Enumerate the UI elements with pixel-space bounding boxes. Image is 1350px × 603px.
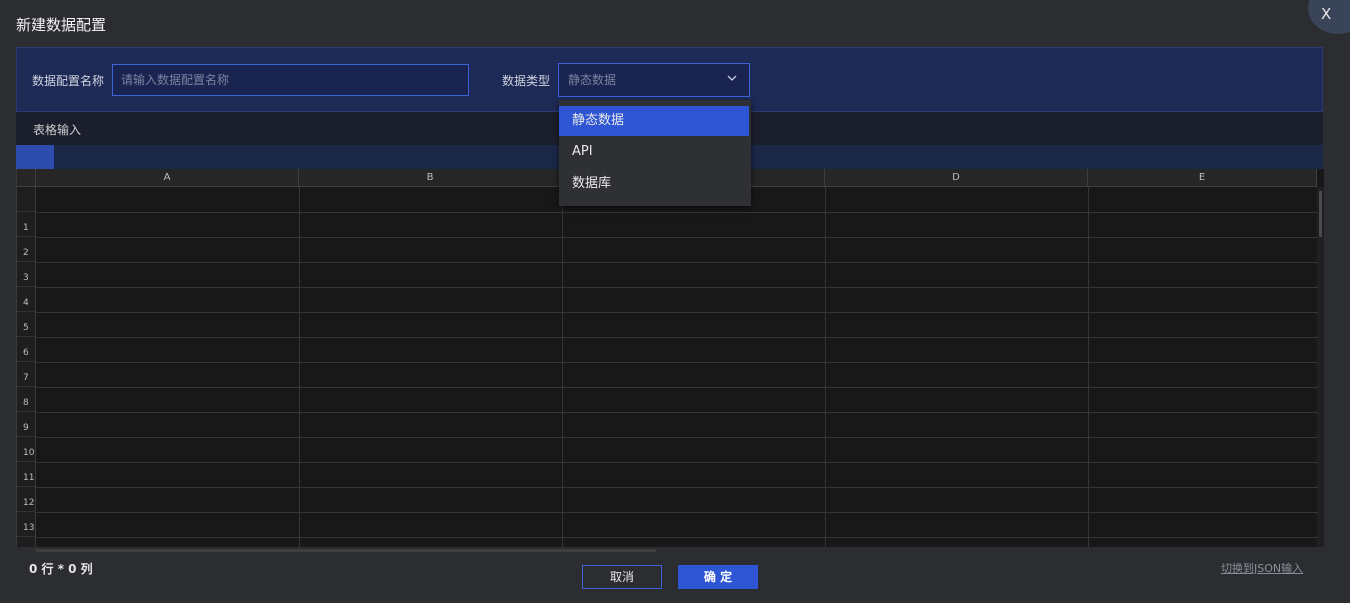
grid-row-line [36,437,1318,438]
grid-column-line [299,187,300,547]
row-header-14[interactable]: 14 [17,537,36,547]
dropdown-option-2[interactable]: 数据库 [559,169,749,199]
row-header-blank [17,187,36,212]
grid-row-line [36,237,1318,238]
name-label: 数据配置名称 [32,74,105,88]
row-header-11[interactable]: 11 [17,462,36,487]
sheet-tab-active[interactable] [16,145,54,169]
grid-row-line [36,262,1318,263]
grid-row-line [36,287,1318,288]
grid-row-line [36,462,1318,463]
grid-corner [17,169,36,187]
new-data-config-dialog: 新建数据配置 X 数据配置名称 请输入数据配置名称 数据类型 静态数据 表格输入… [0,0,1350,603]
column-header-d[interactable]: D [825,169,1088,187]
data-type-value: 静态数据 [568,73,617,87]
close-icon: X [1321,5,1332,23]
row-header-2[interactable]: 2 [17,237,36,262]
row-header-3[interactable]: 3 [17,262,36,287]
grid-row-line [36,512,1318,513]
grid-row-line [36,312,1318,313]
grid-row-line [36,537,1318,538]
row-column-count: 0 行 * 0 列 [29,562,93,576]
grid-column-line [562,187,563,547]
grid-row-line [36,412,1318,413]
dropdown-option-0[interactable]: 静态数据 [559,106,749,136]
grid-column-line [825,187,826,547]
row-header-12[interactable]: 12 [17,487,36,512]
row-header-10[interactable]: 10 [17,437,36,462]
row-header-6[interactable]: 6 [17,337,36,362]
column-header-b[interactable]: B [299,169,562,187]
close-button[interactable]: X [1308,0,1350,34]
grid-row-line [36,387,1318,388]
dialog-title: 新建数据配置 [16,16,107,34]
grid-row-line [36,362,1318,363]
row-header-4[interactable]: 4 [17,287,36,312]
confirm-button[interactable]: 确 定 [678,565,758,589]
table-input-label: 表格输入 [33,123,82,137]
row-header-8[interactable]: 8 [17,387,36,412]
data-type-select[interactable]: 静态数据 [558,63,750,97]
horizontal-scroll-thumb[interactable] [36,549,656,552]
grid-row-line [36,487,1318,488]
row-header-7[interactable]: 7 [17,362,36,387]
cancel-button[interactable]: 取消 [582,565,662,589]
row-header-9[interactable]: 9 [17,412,36,437]
data-type-dropdown: 静态数据 API 数据库 [559,100,751,206]
grid-row-line [36,212,1318,213]
type-label: 数据类型 [502,74,551,88]
config-name-input[interactable]: 请输入数据配置名称 [112,64,469,96]
grid-row-line [36,337,1318,338]
row-header-13[interactable]: 13 [17,512,36,537]
vertical-scroll-thumb[interactable] [1319,191,1322,237]
grid-column-line [1088,187,1089,547]
dropdown-option-1[interactable]: API [559,137,749,167]
vertical-scrollbar[interactable] [1317,187,1324,547]
row-header-1[interactable]: 1 [17,212,36,237]
column-header-e[interactable]: E [1088,169,1317,187]
spreadsheet-grid[interactable]: ABCDE1234567891011121314 [16,169,1324,547]
column-header-a[interactable]: A [36,169,299,187]
switch-to-json-link[interactable]: 切换到JSON输入 [1221,560,1303,576]
chevron-down-icon [727,75,737,81]
row-header-5[interactable]: 5 [17,312,36,337]
